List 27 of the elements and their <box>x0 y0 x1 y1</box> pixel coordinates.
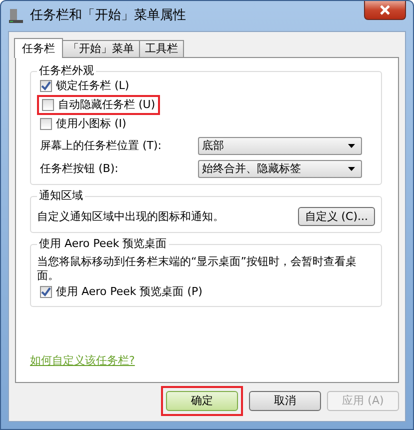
check-icon <box>41 287 51 297</box>
dropdown-arrow-icon <box>348 167 355 171</box>
dropdown-arrow-icon <box>348 144 355 148</box>
description: 自定义通知区域中出现的图标和通知。 <box>37 210 224 224</box>
close-button[interactable] <box>364 1 406 20</box>
dialog-button[interactable]: 确定 <box>166 391 238 411</box>
checkbox[interactable]: 使用小图标 (I) <box>37 116 130 132</box>
group-title: 使用 Aero Peek 预览桌面 <box>37 237 169 251</box>
customize-button[interactable]: 自定义 (C)... <box>298 207 375 226</box>
checkbox[interactable]: 锁定任务栏 (L) <box>37 78 132 94</box>
taskbar-icon <box>8 8 24 24</box>
window-title: 任务栏和「开始」菜单属性 <box>30 9 186 23</box>
field-label: 任务栏按钮 (B): <box>39 162 120 176</box>
description: 当您将鼠标移动到任务栏末端的“显示桌面”按钮时，会暂时查看桌面。 <box>37 254 358 283</box>
tab[interactable]: 工具栏 <box>139 40 184 57</box>
tab[interactable]: 任务栏 <box>14 38 63 58</box>
checkbox[interactable]: 使用 Aero Peek 预览桌面 (P) <box>37 284 206 300</box>
dialog-button[interactable]: 取消 <box>249 391 321 411</box>
dropdown[interactable]: 始终合并、隐藏标签 <box>198 160 362 178</box>
checkbox[interactable]: 自动隐藏任务栏 (U) <box>39 97 158 113</box>
group-title: 任务栏外观 <box>37 64 96 78</box>
tab[interactable]: 「开始」菜单 <box>62 40 140 57</box>
close-icon <box>379 5 391 15</box>
dropdown[interactable]: 底部 <box>198 137 362 155</box>
group-title: 通知区域 <box>37 189 85 203</box>
field-label: 屏幕上的任务栏位置 (T): <box>39 139 163 153</box>
check-icon <box>41 81 51 91</box>
